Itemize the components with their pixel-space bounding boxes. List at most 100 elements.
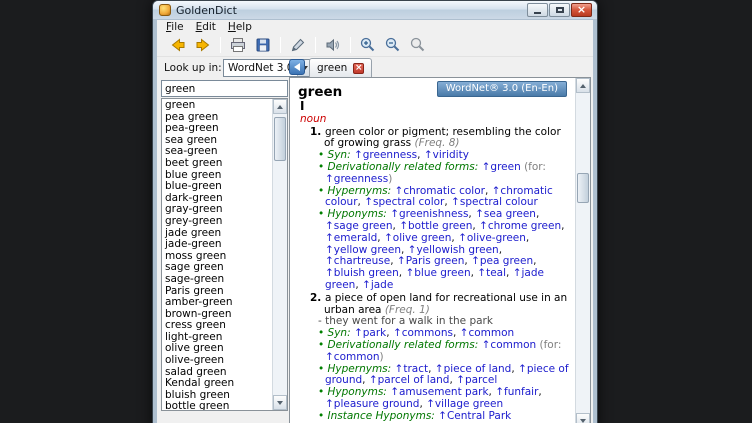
article-link[interactable]: ↑spectral color bbox=[364, 196, 444, 208]
article-link[interactable]: ↑olive green bbox=[384, 232, 451, 244]
article-link[interactable]: ↑chromatic color bbox=[395, 185, 485, 197]
word-list-item[interactable]: Kendal green bbox=[162, 378, 272, 390]
article-link[interactable]: ↑funfair bbox=[495, 386, 538, 398]
goldendict-app-icon bbox=[159, 4, 171, 16]
word-list-item[interactable]: Paris green bbox=[162, 286, 272, 298]
word-list-item[interactable]: pea green bbox=[162, 112, 272, 124]
article-link[interactable]: ↑piece of land bbox=[435, 363, 512, 375]
word-list-item[interactable]: sea-green bbox=[162, 146, 272, 158]
menu-file[interactable]: File bbox=[160, 21, 190, 33]
minimize-button[interactable] bbox=[527, 3, 548, 17]
scroll-down-icon[interactable] bbox=[273, 395, 287, 410]
article-link[interactable]: ↑greenishness bbox=[390, 208, 468, 220]
article-text-sep: , bbox=[377, 232, 384, 244]
zoom-out-button[interactable] bbox=[382, 35, 404, 55]
word-list-item[interactable]: olive-green bbox=[162, 355, 272, 367]
article-link[interactable]: ↑bluish green bbox=[325, 267, 399, 279]
word-list-item[interactable]: cress green bbox=[162, 320, 272, 332]
pronounce-button[interactable] bbox=[322, 35, 344, 55]
word-list-item[interactable]: grey-green bbox=[162, 216, 272, 228]
word-list-item[interactable]: salad green bbox=[162, 367, 272, 379]
article-link[interactable]: ↑olive-green bbox=[458, 232, 526, 244]
article-link[interactable]: ↑sea green bbox=[475, 208, 536, 220]
word-list-item[interactable]: sage-green bbox=[162, 274, 272, 286]
scroll-up-icon[interactable] bbox=[576, 78, 590, 93]
word-list-scroll-thumb[interactable] bbox=[274, 117, 286, 161]
back-button[interactable] bbox=[167, 35, 189, 55]
article-headword: green bbox=[298, 84, 342, 100]
word-list-item[interactable]: dark-green bbox=[162, 193, 272, 205]
article-text-gray: ) bbox=[380, 351, 384, 363]
article-link[interactable]: ↑teal bbox=[477, 267, 506, 279]
article-scroll-thumb[interactable] bbox=[577, 173, 589, 203]
word-list-item[interactable]: jade green bbox=[162, 228, 272, 240]
tab-nav-button[interactable] bbox=[289, 59, 305, 75]
article-text-label: Hyponyms: bbox=[328, 208, 391, 220]
article-link[interactable]: ↑blue green bbox=[405, 267, 470, 279]
save-article-button[interactable] bbox=[252, 35, 274, 55]
word-list-item[interactable]: blue green bbox=[162, 170, 272, 182]
word-list-item[interactable]: moss green bbox=[162, 251, 272, 263]
article-link[interactable]: ↑Central Park bbox=[438, 410, 511, 422]
article-link[interactable]: ↑common bbox=[460, 327, 515, 339]
close-button[interactable]: × bbox=[571, 3, 592, 17]
article-text-bullet: • bbox=[318, 410, 328, 422]
article-link[interactable]: ↑sage green bbox=[325, 220, 393, 232]
article-link[interactable]: ↑tract bbox=[395, 363, 429, 375]
print-button[interactable] bbox=[227, 35, 249, 55]
titlebar[interactable]: GoldenDict × bbox=[153, 1, 597, 19]
word-list-scrollbar[interactable] bbox=[272, 99, 287, 410]
tab-close-button[interactable]: × bbox=[353, 63, 364, 74]
article-link[interactable]: ↑parcel bbox=[456, 374, 497, 386]
article-scrollbar[interactable] bbox=[575, 78, 590, 423]
article-link[interactable]: ↑pea green bbox=[471, 255, 533, 267]
article-link[interactable]: ↑bottle green bbox=[399, 220, 472, 232]
article-link[interactable]: ↑pleasure ground bbox=[325, 398, 419, 410]
word-list-item[interactable]: sage green bbox=[162, 262, 272, 274]
forward-button[interactable] bbox=[192, 35, 214, 55]
maximize-button[interactable] bbox=[549, 3, 570, 17]
search-input[interactable] bbox=[161, 80, 288, 97]
scroll-up-icon[interactable] bbox=[273, 99, 287, 114]
word-list-item[interactable]: green bbox=[162, 100, 272, 112]
scroll-down-icon[interactable] bbox=[576, 413, 590, 423]
word-list-item[interactable]: gray-green bbox=[162, 204, 272, 216]
article-link[interactable]: ↑chrome green bbox=[479, 220, 561, 232]
article-link[interactable]: ↑village green bbox=[426, 398, 503, 410]
article-link[interactable]: ↑park bbox=[354, 327, 386, 339]
article-link[interactable]: ↑yellowish green bbox=[408, 244, 499, 256]
article-link[interactable]: ↑yellow green bbox=[325, 244, 401, 256]
article-link[interactable]: ↑emerald bbox=[325, 232, 377, 244]
word-list-item[interactable]: beet green bbox=[162, 158, 272, 170]
word-list-item[interactable]: bottle green bbox=[162, 401, 272, 410]
dictionary-badge[interactable]: WordNet® 3.0 (En-En) bbox=[437, 81, 567, 97]
article-text-num: 1. bbox=[310, 126, 325, 138]
article-link[interactable]: ↑amusement park bbox=[390, 386, 488, 398]
article-link[interactable]: ↑jade bbox=[362, 279, 393, 291]
scan-popup-button[interactable] bbox=[287, 35, 309, 55]
word-list-item[interactable]: bluish green bbox=[162, 390, 272, 402]
word-list-item[interactable]: pea-green bbox=[162, 123, 272, 135]
word-list-item[interactable]: amber-green bbox=[162, 297, 272, 309]
word-list-item[interactable]: olive green bbox=[162, 343, 272, 355]
article-link[interactable]: ↑greenness bbox=[354, 149, 417, 161]
word-list-item[interactable]: blue-green bbox=[162, 181, 272, 193]
article-link[interactable]: ↑Paris green bbox=[397, 255, 464, 267]
menu-edit[interactable]: Edit bbox=[190, 21, 222, 33]
zoom-reset-button[interactable] bbox=[407, 35, 429, 55]
word-list-item[interactable]: jade-green bbox=[162, 239, 272, 251]
article-link[interactable]: ↑commons bbox=[393, 327, 453, 339]
article-link[interactable]: ↑viridity bbox=[424, 149, 469, 161]
headword-row: green WordNet® 3.0 (En-En) bbox=[298, 81, 569, 99]
zoom-in-button[interactable] bbox=[357, 35, 379, 55]
article-link[interactable]: ↑parcel of land bbox=[369, 374, 450, 386]
word-list-item[interactable]: brown-green bbox=[162, 309, 272, 321]
article-link[interactable]: ↑spectral colour bbox=[451, 196, 538, 208]
menu-help[interactable]: Help bbox=[222, 21, 258, 33]
article-link[interactable]: ↑chartreuse bbox=[325, 255, 390, 267]
article-paragraph: I bbox=[298, 101, 569, 114]
word-list-item[interactable]: light-green bbox=[162, 332, 272, 344]
article-text-link: ↑greenness bbox=[325, 173, 388, 185]
word-list-item[interactable]: sea green bbox=[162, 135, 272, 147]
tab-green[interactable]: green × bbox=[309, 58, 372, 77]
